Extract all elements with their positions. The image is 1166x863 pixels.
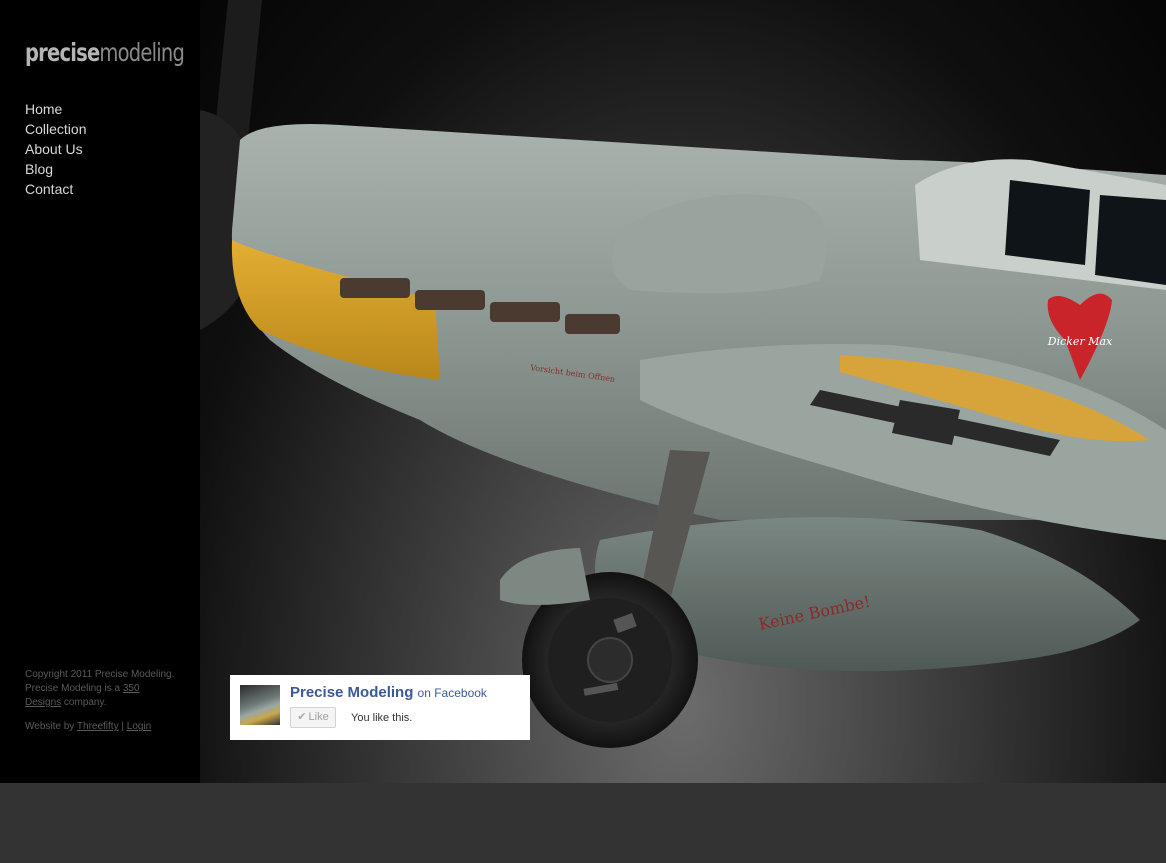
nav-link-collection[interactable]: Collection xyxy=(25,121,86,137)
facebook-on-link[interactable]: on Facebook xyxy=(418,686,487,700)
logo-part-modeling: modeling xyxy=(99,38,185,67)
facebook-page-thumbnail[interactable] xyxy=(240,685,280,725)
nav-link-blog[interactable]: Blog xyxy=(25,161,53,177)
facebook-like-box: Precise Modeling on Facebook ✔ Like You l… xyxy=(230,675,530,740)
page: precisemodeling Home Collection About Us… xyxy=(0,0,1166,863)
sidebar: precisemodeling Home Collection About Us… xyxy=(0,0,200,783)
copyright-suffix: company. xyxy=(63,697,107,708)
nav-link-home[interactable]: Home xyxy=(25,101,62,117)
canopy-glass-rear xyxy=(1095,195,1166,285)
sidebar-footer: Copyright 2011 Precise Modeling. Precise… xyxy=(25,668,175,734)
nav-item-home: Home xyxy=(25,100,86,120)
site-logo[interactable]: precisemodeling xyxy=(25,38,185,67)
copyright-prefix: Copyright 2011 Precise Modeling. Precise… xyxy=(25,669,175,694)
nav-item-about-us: About Us xyxy=(25,140,86,160)
like-label: Like xyxy=(308,711,329,723)
facebook-like-button[interactable]: ✔ Like xyxy=(290,707,336,728)
footer-separator: | xyxy=(121,721,124,732)
nav-item-blog: Blog xyxy=(25,160,86,180)
facebook-page-name[interactable]: Precise Modeling xyxy=(290,684,413,701)
nav-link-contact[interactable]: Contact xyxy=(25,181,73,197)
facebook-like-status: You like this. xyxy=(351,712,413,724)
checkmark-icon: ✔ xyxy=(297,711,307,723)
copyright-text: Copyright 2011 Precise Modeling. Precise… xyxy=(25,668,175,710)
credit-text: Website by Threefifty | Login xyxy=(25,720,175,734)
threefifty-link[interactable]: Threefifty xyxy=(77,721,119,732)
wheel-fairing xyxy=(500,548,590,605)
logo-part-precise: precise xyxy=(25,38,100,67)
facebook-title: Precise Modeling on Facebook xyxy=(290,684,487,701)
model-airplane-illustration: Dicker Max Vorsicht beim Offnen Keine Bo… xyxy=(200,0,1166,748)
main-nav: Home Collection About Us Blog Contact xyxy=(25,100,86,200)
heart-emblem-text: Dicker Max xyxy=(1047,335,1113,348)
credit-prefix: Website by xyxy=(25,721,75,732)
nav-item-collection: Collection xyxy=(25,120,86,140)
nav-item-contact: Contact xyxy=(25,180,86,200)
hero-image: Dicker Max Vorsicht beim Offnen Keine Bo… xyxy=(200,0,1166,783)
login-link[interactable]: Login xyxy=(127,721,151,732)
canopy-glass xyxy=(1005,180,1090,265)
nav-link-about-us[interactable]: About Us xyxy=(25,141,83,157)
